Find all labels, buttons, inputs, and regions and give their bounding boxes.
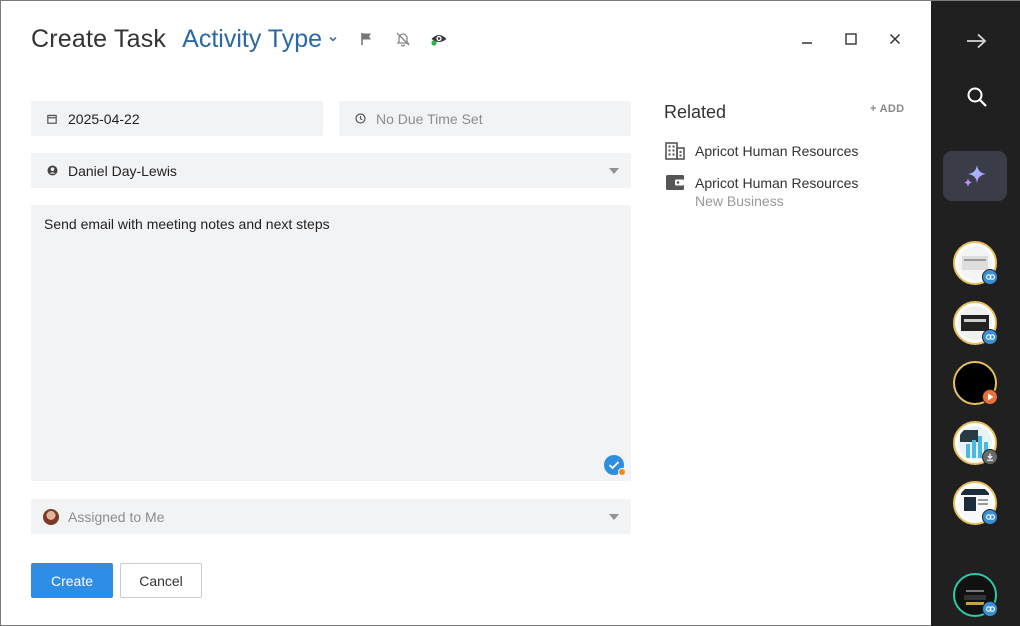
chevron-down-icon xyxy=(329,36,337,42)
recent-item-thumbnail[interactable] xyxy=(953,421,998,465)
building-icon xyxy=(664,142,686,162)
avatar xyxy=(43,508,59,525)
maximize-icon xyxy=(845,33,857,45)
add-related-button[interactable]: + ADD xyxy=(870,103,904,115)
recent-item-thumbnail[interactable] xyxy=(953,241,998,285)
collapse-arrow-button[interactable] xyxy=(965,29,989,53)
related-item-company[interactable]: Apricot Human Resources xyxy=(664,142,858,162)
activity-type-label: Activity Type xyxy=(182,24,323,53)
dialog-header: Create Task Activity Type xyxy=(31,23,448,55)
recent-item-thumbnail[interactable] xyxy=(953,301,998,345)
recent-item-thumbnail[interactable] xyxy=(953,481,998,525)
calendar-icon xyxy=(45,112,59,126)
minimize-icon xyxy=(802,42,812,44)
link-icon xyxy=(982,269,998,285)
create-task-window: Create Task Activity Type 2025-04-22 No … xyxy=(0,0,1020,626)
related-item-label: Apricot Human Resources xyxy=(695,175,859,191)
notification-dot xyxy=(618,468,626,476)
activity-type-dropdown[interactable]: Activity Type xyxy=(182,25,338,54)
related-item-text: Apricot Human Resources New Business xyxy=(695,174,858,210)
contact-value: Daniel Day-Lewis xyxy=(68,162,177,179)
side-panel xyxy=(931,1,1020,626)
grammar-check-icon[interactable] xyxy=(604,455,626,476)
play-icon xyxy=(982,389,998,405)
link-icon xyxy=(982,329,998,345)
maximize-button[interactable] xyxy=(841,29,861,49)
sparkle-icon xyxy=(964,165,986,187)
task-notes-textarea[interactable]: Send email with meeting notes and next s… xyxy=(31,205,631,481)
related-item-opportunity[interactable]: Apricot Human Resources New Business xyxy=(664,174,858,210)
download-icon xyxy=(982,449,998,465)
cancel-button[interactable]: Cancel xyxy=(120,563,202,598)
flag-icon[interactable] xyxy=(358,30,376,48)
ai-assistant-button[interactable] xyxy=(943,151,1007,201)
related-item-label: Apricot Human Resources xyxy=(695,143,859,159)
caret-down-icon xyxy=(609,167,619,174)
search-button[interactable] xyxy=(965,85,989,109)
link-icon xyxy=(982,601,998,617)
due-time-placeholder: No Due Time Set xyxy=(376,110,483,127)
related-title: Related xyxy=(664,102,727,122)
link-icon xyxy=(982,509,998,525)
due-date-value: 2025-04-22 xyxy=(68,110,140,127)
related-item-sublabel: New Business xyxy=(695,193,784,209)
create-button[interactable]: Create xyxy=(31,563,113,598)
bell-off-icon[interactable] xyxy=(394,30,412,48)
recent-item-thumbnail[interactable] xyxy=(953,361,998,405)
contact-select[interactable]: Daniel Day-Lewis xyxy=(31,153,631,188)
close-button[interactable] xyxy=(885,29,905,49)
wallet-icon xyxy=(664,174,686,194)
task-notes-value: Send email with meeting notes and next s… xyxy=(44,216,330,232)
person-icon xyxy=(45,164,59,178)
dialog-title: Create Task xyxy=(31,24,167,53)
assignee-select[interactable]: Assigned to Me xyxy=(31,499,631,534)
assignee-placeholder: Assigned to Me xyxy=(68,508,165,525)
recent-item-thumbnail[interactable] xyxy=(953,573,998,617)
search-icon xyxy=(967,87,987,107)
due-time-field[interactable]: No Due Time Set xyxy=(339,101,631,136)
visibility-icon[interactable] xyxy=(430,30,448,48)
caret-down-icon xyxy=(609,513,619,520)
minimize-button[interactable] xyxy=(797,29,817,49)
due-date-field[interactable]: 2025-04-22 xyxy=(31,101,323,136)
close-icon xyxy=(889,33,901,45)
arrow-right-icon xyxy=(967,33,987,49)
clock-icon xyxy=(353,112,367,126)
